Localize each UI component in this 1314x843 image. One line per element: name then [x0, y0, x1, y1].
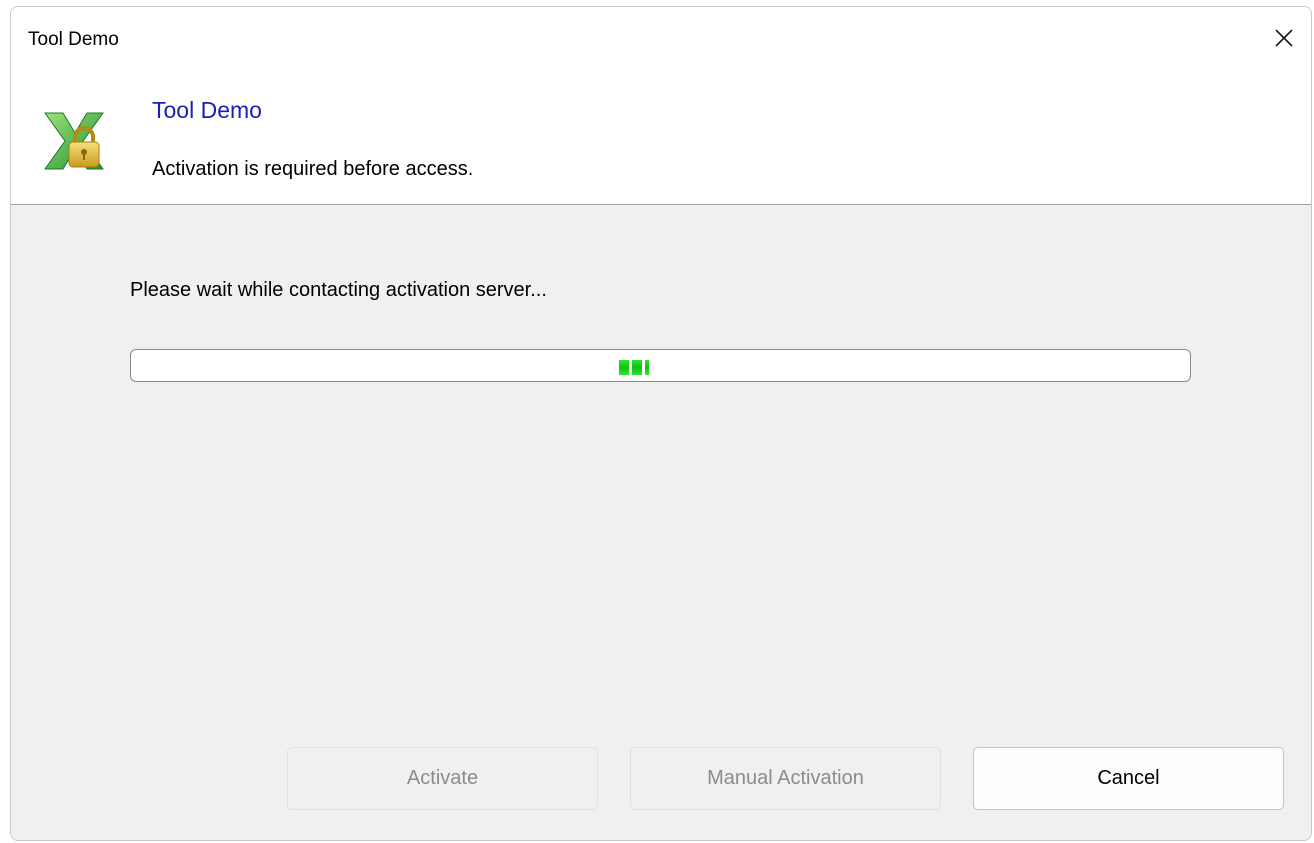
progress-bar: [130, 349, 1191, 382]
cancel-button[interactable]: Cancel: [973, 747, 1284, 810]
activate-button[interactable]: Activate: [287, 747, 598, 810]
close-button[interactable]: [1257, 7, 1311, 69]
header-subtitle: Activation is required before access.: [152, 158, 474, 180]
activation-dialog: Tool Demo Tool Demo Activation is requir…: [10, 6, 1312, 841]
progress-segment: [632, 360, 642, 375]
status-message: Please wait while contacting activation …: [130, 279, 547, 301]
close-icon: [1275, 29, 1293, 47]
title-bar: Tool Demo: [11, 7, 1311, 71]
progress-segment: [619, 360, 629, 375]
header-title: Tool Demo: [152, 97, 262, 123]
window-title: Tool Demo: [28, 29, 119, 50]
manual-activation-button[interactable]: Manual Activation: [630, 747, 941, 810]
progress-segment: [645, 360, 649, 375]
progress-marquee: [619, 360, 649, 375]
excel-lock-icon: [44, 112, 104, 170]
dialog-header: Tool Demo Activation is required before …: [11, 71, 1311, 205]
